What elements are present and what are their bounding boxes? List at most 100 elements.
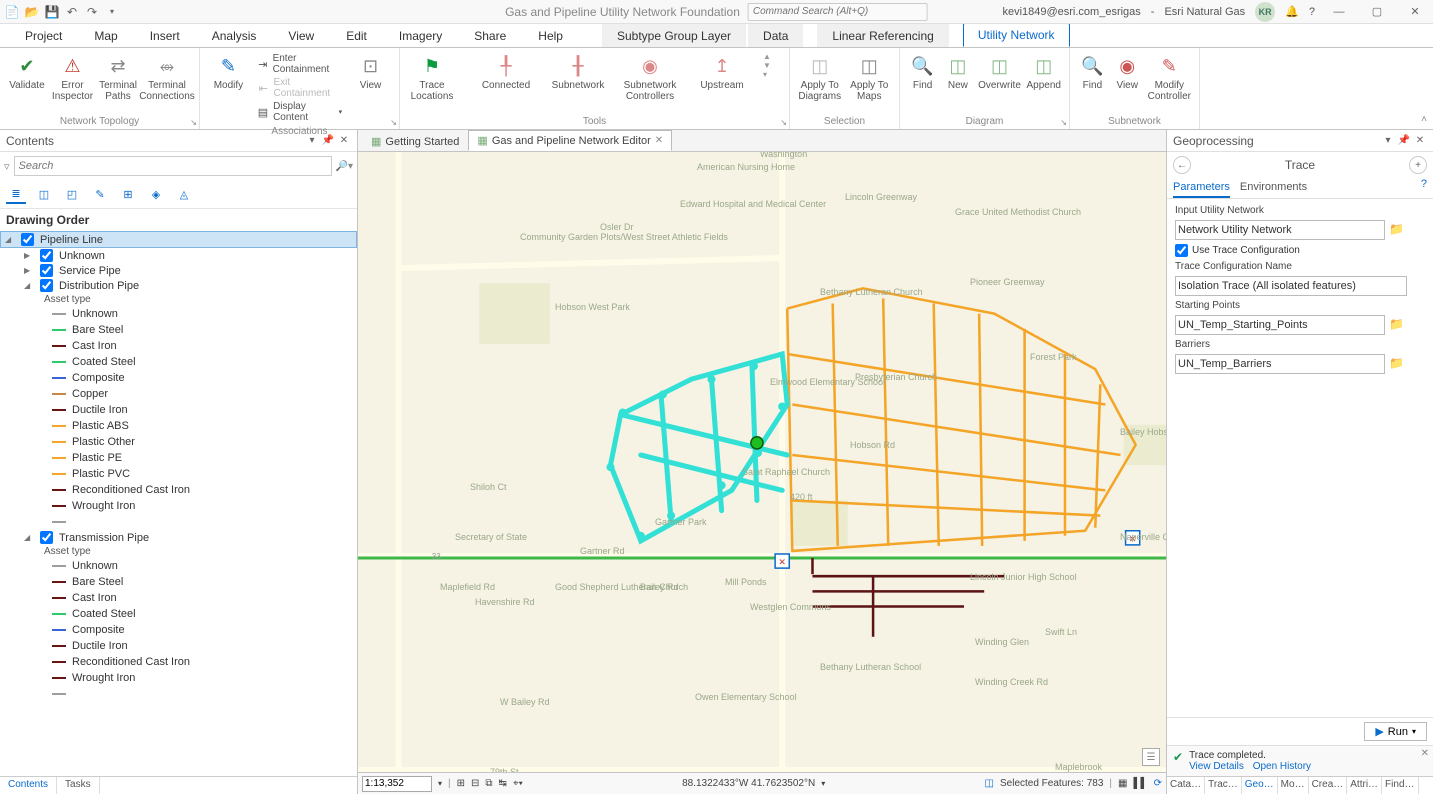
legend-item[interactable]: Plastic PE	[0, 450, 357, 466]
legend-item[interactable]: Coated Steel	[0, 354, 357, 370]
tab-view[interactable]: View	[273, 24, 329, 47]
tab-insert[interactable]: Insert	[135, 24, 195, 47]
bottom-tab-tasks[interactable]: Tasks	[57, 777, 100, 794]
legend-item[interactable]: Bare Steel	[0, 574, 357, 590]
coordinates[interactable]: 88.1322433°W 41.7623502°N	[682, 778, 815, 789]
legend-item[interactable]: Copper	[0, 386, 357, 402]
legend-item[interactable]: Reconditioned Cast Iron	[0, 654, 357, 670]
gp-pin-icon[interactable]: 📌	[1397, 134, 1411, 148]
help-icon[interactable]: ?	[1309, 6, 1315, 18]
tab-linear-referencing[interactable]: Linear Referencing	[817, 24, 948, 47]
dismiss-msg-icon[interactable]: ✕	[1421, 748, 1429, 759]
collapse-ribbon-icon[interactable]: ˄	[1421, 114, 1427, 125]
list-source-icon[interactable]: ◫	[34, 184, 54, 204]
use-trace-config-checkbox[interactable]	[1175, 244, 1188, 257]
tab-project[interactable]: Project	[10, 24, 77, 47]
layer-transmission-pipe[interactable]: ◢Transmission Pipe	[0, 530, 357, 545]
open-icon[interactable]: 📂	[24, 4, 40, 20]
redo-icon[interactable]: ↷	[84, 4, 100, 20]
status-tool-1-icon[interactable]: ⊞	[457, 778, 465, 789]
legend-item[interactable]: Reconditioned Cast Iron	[0, 482, 357, 498]
map-tab-getting-started[interactable]: ▦Getting Started	[362, 131, 468, 151]
legend-item[interactable]: Cast Iron	[0, 338, 357, 354]
error-inspector-button[interactable]: ⚠Error Inspector	[50, 50, 95, 104]
view-associations-button[interactable]: ⊡View	[348, 50, 393, 94]
map-tab-editor[interactable]: ▦Gas and Pipeline Network Editor✕	[468, 130, 672, 151]
folder-icon-2[interactable]: 📁	[1389, 317, 1405, 333]
legend-item[interactable]: Cast Iron	[0, 590, 357, 606]
tab-share[interactable]: Share	[459, 24, 521, 47]
modify-associations-button[interactable]: ✎Modify	[206, 50, 251, 94]
selection-status-icon[interactable]: ◫	[985, 778, 994, 789]
back-icon[interactable]: ←	[1173, 156, 1191, 174]
diagram-overwrite-button[interactable]: ◫Overwrite	[977, 50, 1023, 94]
folder-icon-3[interactable]: 📁	[1389, 356, 1405, 372]
input-un-combo[interactable]: Network Utility Network	[1175, 220, 1385, 240]
tab-help[interactable]: Help	[523, 24, 578, 47]
connected-trace-button[interactable]: ╀Connected	[471, 50, 541, 94]
view-details-link[interactable]: View Details	[1189, 761, 1244, 772]
layer-service-pipe[interactable]: ▶Service Pipe	[0, 263, 357, 278]
open-history-link[interactable]: Open History	[1253, 761, 1311, 772]
legend-item[interactable]: Wrought Iron	[0, 498, 357, 514]
trace-gallery-more-icon[interactable]: ▾	[763, 70, 771, 79]
apply-to-maps-button[interactable]: ◫Apply To Maps	[846, 50, 894, 104]
legend-item[interactable]: Plastic PVC	[0, 466, 357, 482]
catalog-tab[interactable]: Cata…	[1167, 777, 1205, 794]
status-tool-4-icon[interactable]: ↹	[499, 778, 507, 789]
legend-item[interactable]: Unknown	[0, 306, 357, 322]
terminal-paths-button[interactable]: ⇄Terminal Paths	[97, 50, 139, 104]
selected-features[interactable]: Selected Features: 783	[1000, 778, 1103, 789]
layer-distribution-pipe[interactable]: ◢Distribution Pipe	[0, 278, 357, 293]
legend-item[interactable]: Composite	[0, 622, 357, 638]
exit-containment-button[interactable]: ⇤Exit Containment	[253, 76, 346, 100]
add-icon[interactable]: +	[1409, 156, 1427, 174]
tab-edit[interactable]: Edit	[331, 24, 382, 47]
catalog-tab[interactable]: Crea…	[1309, 777, 1348, 794]
status-tool-2-icon[interactable]: ⊟	[471, 778, 479, 789]
diagram-find-button[interactable]: 🔍Find	[906, 50, 939, 94]
gp-tab-parameters[interactable]: Parameters	[1173, 178, 1230, 198]
layer-unknown[interactable]: ▶Unknown	[0, 248, 357, 263]
filter-icon[interactable]: ▿	[4, 160, 10, 173]
launcher-associations[interactable]: ↘	[390, 118, 397, 127]
map-canvas[interactable]: ✕ ✕ 33 American Nursing HomeEdward Hospi…	[358, 152, 1166, 772]
new-project-icon[interactable]: 📄	[4, 4, 20, 20]
trace-config-combo[interactable]: Isolation Trace (All isolated features)	[1175, 276, 1407, 296]
notifications-icon[interactable]: 🔔	[1285, 5, 1299, 18]
enter-containment-button[interactable]: ⇥Enter Containment	[253, 52, 346, 76]
subnetwork-trace-button[interactable]: ╂Subnetwork	[543, 50, 613, 94]
search-icon[interactable]: 🔎▾	[336, 161, 353, 172]
snap-icon[interactable]: ▦	[1118, 778, 1127, 789]
gp-close-icon[interactable]: ✕	[1413, 134, 1427, 148]
tab-subtype-group-layer[interactable]: Subtype Group Layer	[602, 24, 746, 47]
status-tool-3-icon[interactable]: ⧉	[485, 778, 492, 789]
legend-item[interactable]	[0, 514, 357, 530]
catalog-tab[interactable]: Geo…	[1242, 777, 1278, 794]
tab-imagery[interactable]: Imagery	[384, 24, 457, 47]
layer-pipeline-line[interactable]: ◢Pipeline Line	[0, 231, 357, 248]
status-tool-5-icon[interactable]: ⌖▾	[513, 778, 523, 789]
legend-item[interactable]: Bare Steel	[0, 322, 357, 338]
list-editing-icon[interactable]: ✎	[90, 184, 110, 204]
legend-item[interactable]: Wrought Iron	[0, 670, 357, 686]
terminal-connections-button[interactable]: ⥈Terminal Connections	[141, 50, 193, 104]
list-selection-icon[interactable]: ◰	[62, 184, 82, 204]
legend-item[interactable]: Plastic Other	[0, 434, 357, 450]
legend-item[interactable]: Coated Steel	[0, 606, 357, 622]
tab-utility-network[interactable]: Utility Network	[963, 23, 1070, 47]
legend-item[interactable]: Composite	[0, 370, 357, 386]
scale-input[interactable]	[362, 776, 432, 792]
map-menu-icon[interactable]: ☰	[1142, 748, 1160, 766]
save-icon[interactable]: 💾	[44, 4, 60, 20]
diagram-new-button[interactable]: ◫New	[941, 50, 974, 94]
layer-tree[interactable]: ◢Pipeline Line ▶Unknown ▶Service Pipe ◢D…	[0, 231, 357, 776]
gp-help-icon[interactable]: ?	[1421, 178, 1427, 198]
diagram-append-button[interactable]: ◫Append	[1025, 50, 1063, 94]
subnetwork-controllers-button[interactable]: ◉Subnetwork Controllers	[615, 50, 685, 104]
contents-search[interactable]	[14, 156, 332, 176]
legend-item[interactable]: Ductile Iron	[0, 402, 357, 418]
tab-analysis[interactable]: Analysis	[197, 24, 272, 47]
display-content-button[interactable]: ▤Display Content▾	[253, 100, 346, 124]
subnetwork-find-button[interactable]: 🔍Find	[1076, 50, 1109, 94]
